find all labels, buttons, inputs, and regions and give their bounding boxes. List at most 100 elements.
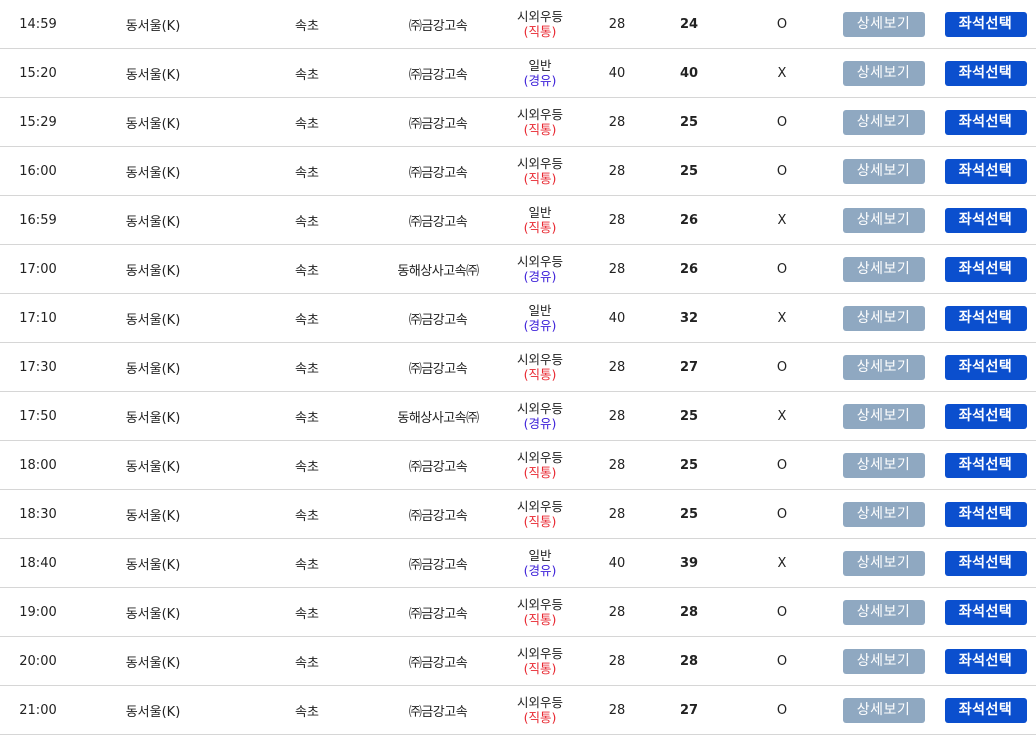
detail-button[interactable]: 상세보기: [842, 305, 925, 331]
table-row: 16:00 동서울(K) 속초 ㈜금강고속 시외우등 (직통) 28 25 O …: [0, 146, 1036, 196]
detail-button[interactable]: 상세보기: [842, 158, 925, 184]
detail-button[interactable]: 상세보기: [842, 60, 925, 86]
route-type: (직통): [523, 709, 557, 725]
detail-button[interactable]: 상세보기: [842, 354, 925, 380]
select-seat-button[interactable]: 좌석선택: [944, 256, 1027, 282]
bus-grade: 시외우등: [516, 8, 563, 24]
destination-terminal: 속초: [230, 195, 384, 245]
select-seat-button[interactable]: 좌석선택: [944, 452, 1027, 478]
remaining-seats: 25: [646, 146, 732, 196]
destination-terminal: 속초: [230, 293, 384, 343]
bus-grade-cell: 시외우등 (직통): [492, 636, 588, 686]
table-row: 16:59 동서울(K) 속초 ㈜금강고속 일반 (직통) 28 26 X 상세…: [0, 195, 1036, 245]
select-seat-button[interactable]: 좌석선택: [944, 158, 1027, 184]
table-row: 17:00 동서울(K) 속초 동해상사고속㈜ 시외우등 (경유) 28 26 …: [0, 244, 1036, 294]
destination-terminal: 속초: [230, 0, 384, 49]
detail-button[interactable]: 상세보기: [842, 697, 925, 723]
select-seat-button[interactable]: 좌석선택: [944, 501, 1027, 527]
detail-cell: 상세보기: [832, 636, 935, 686]
detail-button[interactable]: 상세보기: [842, 207, 925, 233]
bus-company: 동해상사고속㈜: [384, 391, 492, 441]
table-row: 19:00 동서울(K) 속초 ㈜금강고속 시외우등 (직통) 28 28 O …: [0, 587, 1036, 637]
detail-button[interactable]: 상세보기: [842, 256, 925, 282]
detail-button[interactable]: 상세보기: [842, 648, 925, 674]
origin-terminal: 동서울(K): [76, 293, 230, 343]
bus-grade: 시외우등: [516, 596, 563, 612]
table-row: 17:30 동서울(K) 속초 ㈜금강고속 시외우등 (직통) 28 27 O …: [0, 342, 1036, 392]
select-seat-button[interactable]: 좌석선택: [944, 697, 1027, 723]
total-seats: 40: [588, 538, 646, 588]
seat-cell: 좌석선택: [935, 293, 1036, 343]
departure-time: 19:00: [0, 587, 76, 637]
select-seat-button[interactable]: 좌석선택: [944, 403, 1027, 429]
table-row: 18:30 동서울(K) 속초 ㈜금강고속 시외우등 (직통) 28 25 O …: [0, 489, 1036, 539]
total-seats: 28: [588, 489, 646, 539]
origin-terminal: 동서울(K): [76, 48, 230, 98]
detail-button[interactable]: 상세보기: [842, 452, 925, 478]
select-seat-button[interactable]: 좌석선택: [944, 354, 1027, 380]
select-seat-button[interactable]: 좌석선택: [944, 207, 1027, 233]
bus-grade-cell: 시외우등 (경유): [492, 244, 588, 294]
total-seats: 28: [588, 244, 646, 294]
availability-mark: X: [732, 48, 832, 98]
select-seat-button[interactable]: 좌석선택: [944, 109, 1027, 135]
seat-cell: 좌석선택: [935, 195, 1036, 245]
bus-grade: 일반: [528, 57, 552, 73]
detail-button[interactable]: 상세보기: [842, 599, 925, 625]
remaining-seats: 40: [646, 48, 732, 98]
detail-button[interactable]: 상세보기: [842, 11, 925, 37]
select-seat-button[interactable]: 좌석선택: [944, 305, 1027, 331]
origin-terminal: 동서울(K): [76, 538, 230, 588]
select-seat-button[interactable]: 좌석선택: [944, 11, 1027, 37]
bus-grade-cell: 시외우등 (직통): [492, 587, 588, 637]
departure-time: 17:50: [0, 391, 76, 441]
bus-grade: 시외우등: [516, 106, 563, 122]
detail-cell: 상세보기: [832, 0, 935, 49]
detail-cell: 상세보기: [832, 440, 935, 490]
remaining-seats: 28: [646, 587, 732, 637]
destination-terminal: 속초: [230, 342, 384, 392]
detail-button[interactable]: 상세보기: [842, 403, 925, 429]
availability-mark: O: [732, 97, 832, 147]
table-row: 18:00 동서울(K) 속초 ㈜금강고속 시외우등 (직통) 28 25 O …: [0, 440, 1036, 490]
total-seats: 28: [588, 391, 646, 441]
select-seat-button[interactable]: 좌석선택: [944, 648, 1027, 674]
route-type: (경유): [523, 415, 557, 431]
bus-grade-cell: 시외우등 (직통): [492, 440, 588, 490]
destination-terminal: 속초: [230, 146, 384, 196]
departure-time: 15:29: [0, 97, 76, 147]
bus-grade-cell: 시외우등 (직통): [492, 685, 588, 735]
departure-time: 18:40: [0, 538, 76, 588]
bus-grade: 일반: [528, 204, 552, 220]
destination-terminal: 속초: [230, 587, 384, 637]
detail-button[interactable]: 상세보기: [842, 501, 925, 527]
bus-grade-cell: 시외우등 (직통): [492, 97, 588, 147]
destination-terminal: 속초: [230, 97, 384, 147]
departure-time: 17:00: [0, 244, 76, 294]
route-type: (경유): [523, 268, 557, 284]
departure-time: 20:00: [0, 636, 76, 686]
table-row: 15:20 동서울(K) 속초 ㈜금강고속 일반 (경유) 40 40 X 상세…: [0, 48, 1036, 98]
bus-company: ㈜금강고속: [384, 538, 492, 588]
select-seat-button[interactable]: 좌석선택: [944, 599, 1027, 625]
destination-terminal: 속초: [230, 244, 384, 294]
detail-button[interactable]: 상세보기: [842, 109, 925, 135]
bus-company: ㈜금강고속: [384, 685, 492, 735]
select-seat-button[interactable]: 좌석선택: [944, 550, 1027, 576]
bus-grade: 일반: [528, 547, 552, 563]
departure-time: 17:30: [0, 342, 76, 392]
seat-cell: 좌석선택: [935, 538, 1036, 588]
select-seat-button[interactable]: 좌석선택: [944, 60, 1027, 86]
seat-cell: 좌석선택: [935, 48, 1036, 98]
detail-cell: 상세보기: [832, 97, 935, 147]
availability-mark: X: [732, 293, 832, 343]
table-row: 14:59 동서울(K) 속초 ㈜금강고속 시외우등 (직통) 28 24 O …: [0, 0, 1036, 49]
bus-grade-cell: 일반 (경유): [492, 48, 588, 98]
seat-cell: 좌석선택: [935, 244, 1036, 294]
total-seats: 28: [588, 0, 646, 49]
bus-grade: 시외우등: [516, 155, 563, 171]
total-seats: 28: [588, 440, 646, 490]
detail-button[interactable]: 상세보기: [842, 550, 925, 576]
destination-terminal: 속초: [230, 636, 384, 686]
seat-cell: 좌석선택: [935, 0, 1036, 49]
